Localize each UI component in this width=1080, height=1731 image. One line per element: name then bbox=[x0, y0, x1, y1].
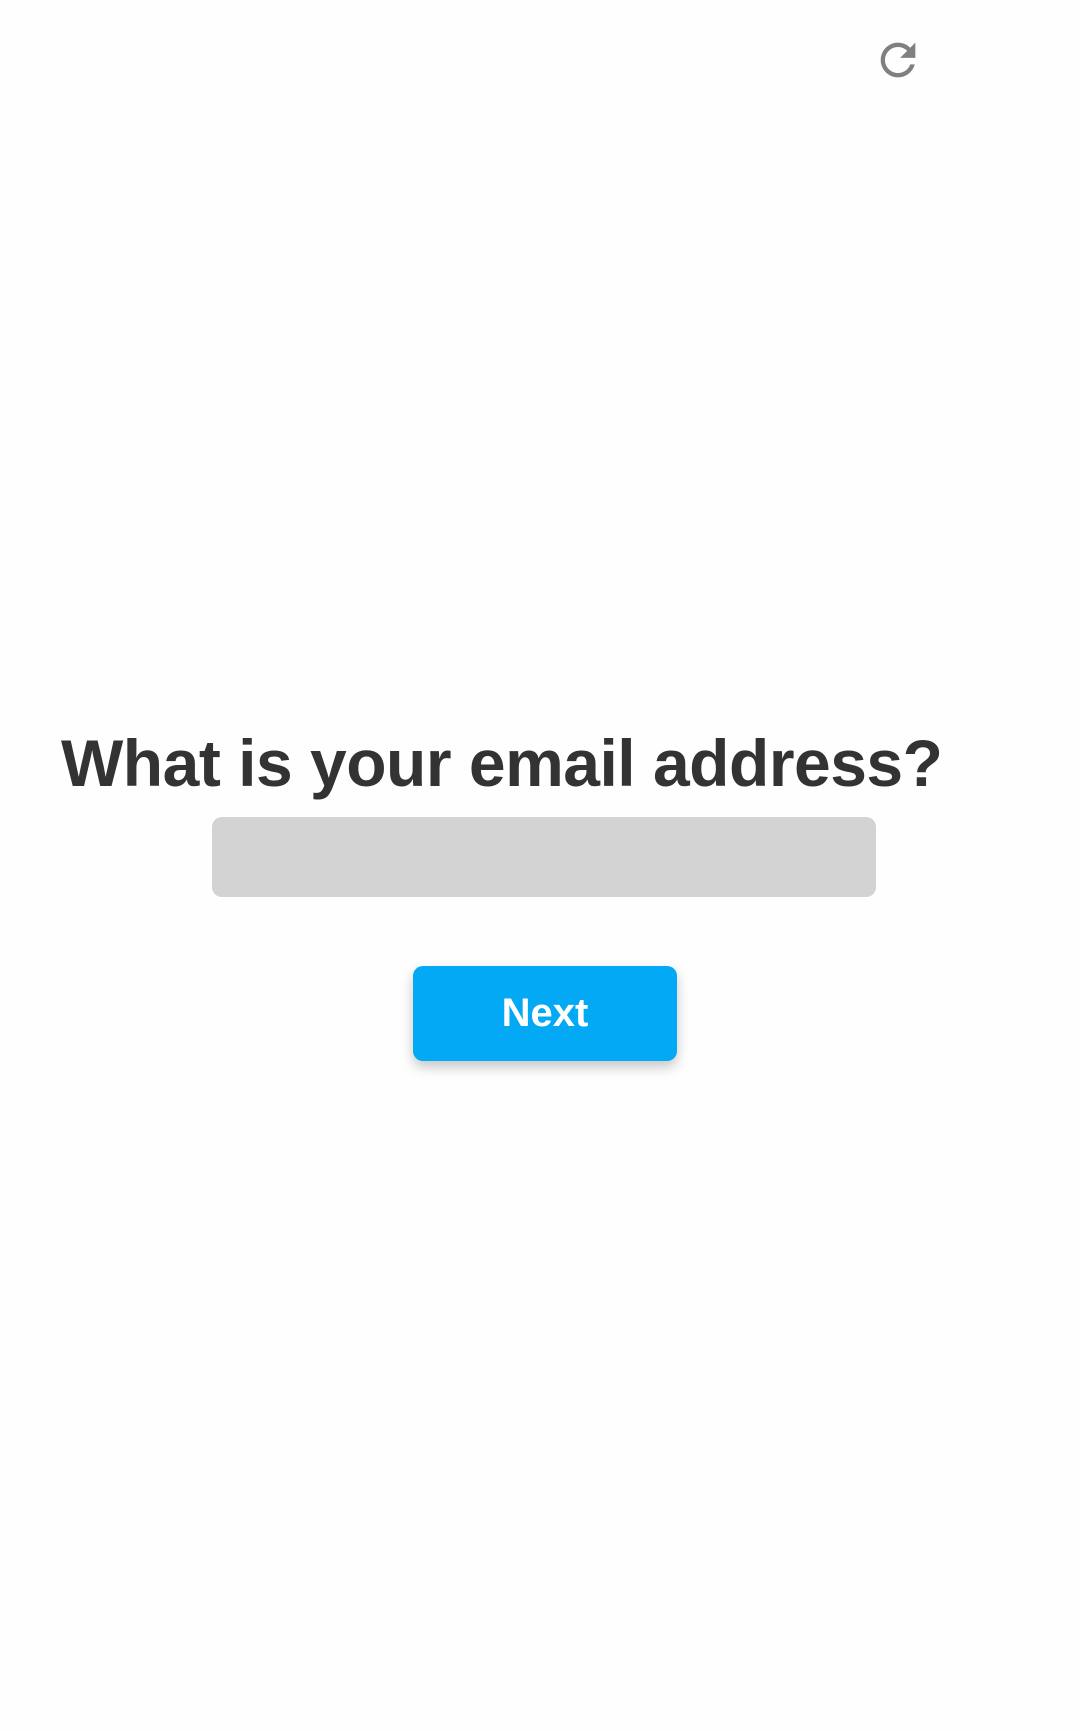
next-button[interactable]: Next bbox=[413, 966, 677, 1061]
email-input[interactable] bbox=[212, 817, 876, 897]
refresh-button[interactable] bbox=[866, 28, 930, 92]
email-screen: What is your email address? Next bbox=[0, 0, 1080, 1731]
email-question-heading: What is your email address? bbox=[61, 726, 943, 800]
refresh-icon bbox=[880, 42, 916, 78]
